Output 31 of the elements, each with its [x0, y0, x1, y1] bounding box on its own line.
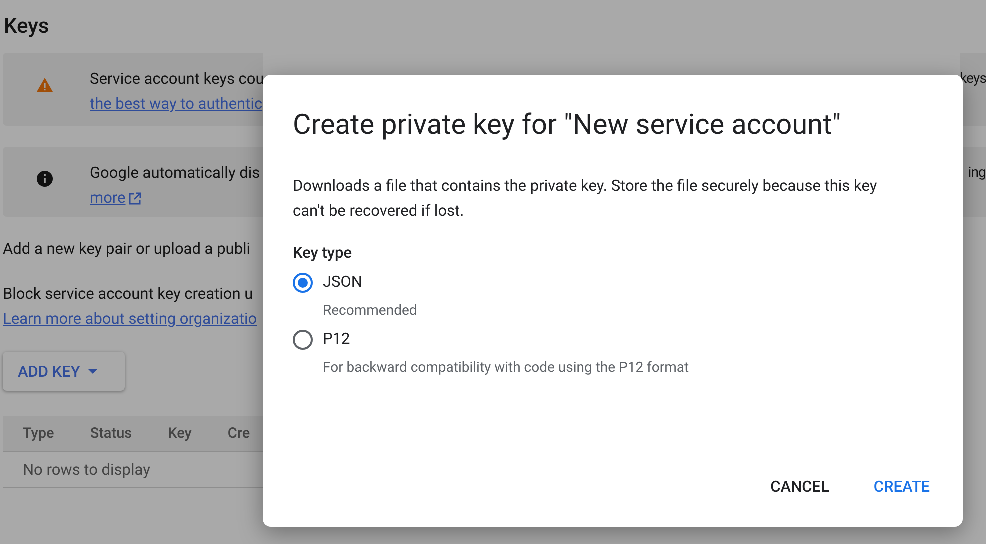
option-label: JSON: [323, 272, 364, 293]
policy-link[interactable]: Learn more about setting organizatio: [3, 307, 263, 332]
banner-text: Google automatically dis: [90, 163, 260, 184]
column-header: Key: [168, 425, 192, 442]
banner-link[interactable]: the best way to authentic: [90, 92, 263, 117]
external-link-icon: [128, 192, 142, 206]
caret-icon: [88, 369, 98, 374]
info-text: Block service account key creation u: [3, 284, 254, 305]
option-hint: Recommended: [323, 302, 418, 321]
banner-text: ing: [967, 164, 986, 183]
radio-button[interactable]: [293, 273, 313, 293]
dialog-title: Create private key for "New service account": [293, 107, 842, 143]
info-icon: [36, 170, 54, 188]
page-title: Keys: [4, 14, 50, 40]
create-button[interactable]: CREATE: [871, 470, 933, 504]
empty-table-text: No rows to display: [23, 460, 150, 478]
warning-icon: [36, 76, 54, 94]
column-header: Type: [23, 425, 54, 442]
dialog-description: Downloads a file that contains the private key. Store the file securely because this key can't be recovered if lost.: [293, 176, 878, 222]
option-hint: For backward compatibility with code using the P12 format: [323, 359, 690, 378]
info-text: Add a new key pair or upload a publi: [3, 239, 252, 260]
key-type-label: Key type: [293, 244, 354, 262]
column-header: Cre: [228, 425, 250, 442]
banner-text: Service account keys cou: [90, 69, 263, 90]
add-key-button[interactable]: ADD KEY: [3, 352, 125, 391]
banner-link[interactable]: more: [90, 186, 142, 211]
radio-button[interactable]: [293, 330, 313, 350]
cancel-button[interactable]: CANCEL: [769, 470, 831, 504]
option-label: P12: [323, 329, 352, 350]
column-header: Status: [90, 425, 132, 442]
banner-text: keys: [960, 70, 986, 89]
